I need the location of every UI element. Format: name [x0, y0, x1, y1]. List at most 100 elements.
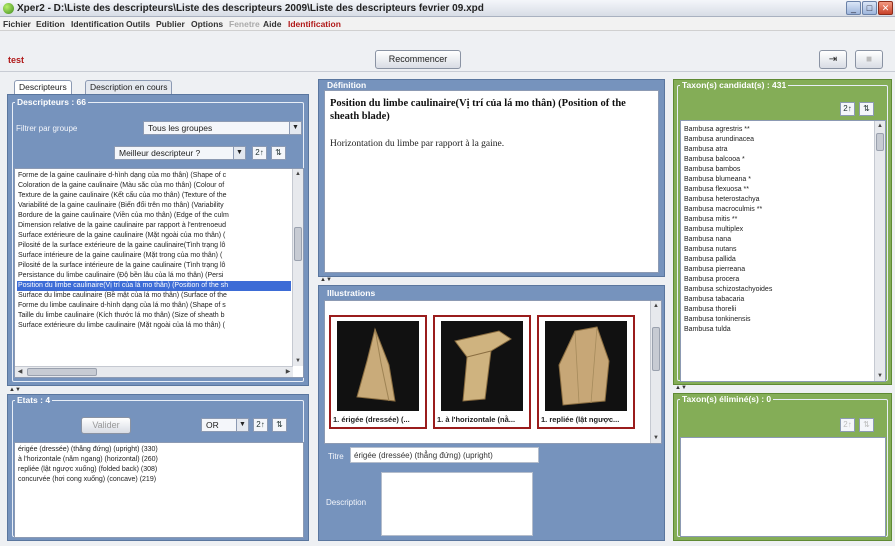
restart-button[interactable]: Recommencer [375, 50, 461, 69]
list-item[interactable]: Variabilité de la gaine caulinaire (Biến… [17, 201, 291, 211]
menu-options[interactable]: Options [191, 19, 223, 29]
menu-edition[interactable]: Edition [36, 19, 65, 29]
list-item[interactable]: Pilosité de la surface intérieure de la … [17, 261, 291, 271]
list-item[interactable]: à l'horizontale (nằm ngang) (horizontal)… [17, 455, 301, 465]
sort-settings-icon[interactable]: ⇅ [859, 102, 874, 116]
scroll-thumb[interactable] [294, 227, 302, 261]
list-item[interactable]: Bambusa bambos [683, 165, 873, 175]
list-item[interactable]: Bordure de la gaine caulinaire (Viền của… [17, 211, 291, 221]
list-item[interactable]: Bambusa nutans [683, 245, 873, 255]
list-item[interactable]: Bambusa procera [683, 275, 873, 285]
list-item[interactable]: Forme du limbe caulinaire d-hình dạng củ… [17, 301, 291, 311]
list-item[interactable]: Bambusa balcooa * [683, 155, 873, 165]
list-item[interactable]: érigée (dressée) (thẳng đứng) (upright) … [17, 445, 301, 455]
illustrations-vscroll[interactable]: ▲ ▼ [650, 301, 661, 443]
list-item[interactable]: Coloration de la gaine caulinaire (Màu s… [17, 181, 291, 191]
illustration-thumb-upright[interactable]: 1. érigée (dressée) (... [329, 315, 427, 429]
menu-identification-mode[interactable]: Identification [288, 19, 341, 29]
list-item[interactable]: Bambusa mitis ** [683, 215, 873, 225]
states-list[interactable]: érigée (dressée) (thẳng đứng) (upright) … [14, 442, 304, 538]
list-item[interactable]: Bambusa tulda [683, 325, 873, 335]
eliminated-list[interactable] [680, 437, 886, 537]
list-item[interactable]: Bambusa pallida [683, 255, 873, 265]
title-field[interactable]: érigée (dressée) (thẳng đứng) (upright) [350, 447, 539, 463]
scroll-down-icon[interactable]: ▼ [651, 433, 661, 443]
close-button[interactable]: ✕ [878, 1, 893, 15]
sort-alpha-icon[interactable]: 2↑ [253, 418, 268, 432]
menu-outils[interactable]: Outils [126, 19, 150, 29]
list-item[interactable]: Bambusa tonkinensis [683, 315, 873, 325]
list-item[interactable]: Bambusa nana [683, 235, 873, 245]
descriptors-vscroll[interactable]: ▲ ▼ [292, 169, 303, 366]
list-item[interactable]: Bambusa thorelii [683, 305, 873, 315]
list-item[interactable]: Bambusa arundinacea [683, 135, 873, 145]
list-item[interactable]: Bambusa atra [683, 145, 873, 155]
list-item[interactable]: Bambusa agrestris ** [683, 125, 873, 135]
list-item[interactable]: Dimension relative de la gaine caulinair… [17, 221, 291, 231]
validate-button[interactable]: Valider [81, 417, 131, 434]
scroll-up-icon[interactable]: ▲ [875, 121, 885, 131]
sort-alpha-icon[interactable]: 2↑ [840, 102, 855, 116]
list-item[interactable]: Bambusa multiplex [683, 225, 873, 235]
stop-button[interactable]: ■ [855, 50, 883, 69]
export-button[interactable]: ⇥ [819, 50, 847, 69]
list-item[interactable]: Bambusa heterostachya [683, 195, 873, 205]
candidates-list[interactable]: Bambusa agrestris ** Bambusa arundinacea B… [680, 120, 886, 382]
splitter-arrows-icon[interactable]: ▲▼ [9, 387, 21, 393]
list-item[interactable]: Forme de la gaine caulinaire d-hình dạng… [17, 171, 291, 181]
menu-publier[interactable]: Publier [156, 19, 185, 29]
scroll-left-icon[interactable]: ◀ [15, 367, 25, 377]
scroll-right-icon[interactable]: ▶ [283, 367, 293, 377]
list-item[interactable]: Persistance du limbe caulinaire (Độ bền … [17, 271, 291, 281]
menu-fichier[interactable]: Fichier [3, 19, 31, 29]
list-item[interactable]: Position du limbe caulinaire(Vị trí của … [17, 281, 291, 291]
splitter-arrows-icon[interactable]: ▲▼ [320, 277, 332, 283]
scroll-down-icon[interactable]: ▼ [875, 371, 885, 381]
minimize-button[interactable]: _ [846, 1, 861, 15]
scroll-up-icon[interactable]: ▲ [651, 301, 661, 311]
list-item[interactable]: Bambusa tabacaria [683, 295, 873, 305]
list-item[interactable]: Texture de la gaine caulinaire (Kết cấu … [17, 191, 291, 201]
list-item[interactable]: Bambusa blumeana * [683, 175, 873, 185]
list-item[interactable]: Surface extérieure de la gaine caulinair… [17, 231, 291, 241]
descriptors-list[interactable]: Forme de la gaine caulinaire d-hình dạng… [14, 168, 304, 378]
scroll-up-icon[interactable]: ▲ [293, 169, 303, 179]
sort-alpha-icon[interactable]: 2↑ [252, 146, 267, 160]
illustration-thumb-folded[interactable]: 1. repliée (lật ngược... [537, 315, 635, 429]
list-item[interactable]: Surface extérieure du limbe caulinaire (… [17, 321, 291, 331]
menu-identification[interactable]: Identification [71, 19, 124, 29]
list-item[interactable]: Taille du limbe caulinaire (Kích thước l… [17, 311, 291, 321]
candidates-vscroll[interactable]: ▲ ▼ [874, 121, 885, 381]
scroll-thumb[interactable] [652, 327, 660, 371]
splitter-arrows-icon[interactable]: ▲▼ [675, 385, 687, 391]
list-item[interactable]: repliée (lật ngược xuống) (folded back) … [17, 465, 301, 475]
scroll-thumb[interactable] [876, 133, 884, 151]
menu-fenetre[interactable]: Fenetre [229, 19, 260, 29]
list-item[interactable]: Bambusa flexuosa ** [683, 185, 873, 195]
operator-select[interactable]: OR ▼ [201, 418, 249, 432]
sort-settings-icon[interactable]: ⇅ [271, 146, 286, 160]
descriptors-hscroll[interactable]: ◀ ▶ [15, 366, 293, 377]
hscroll-thumb[interactable] [27, 368, 97, 376]
illustration-thumb-horizontal[interactable]: 1. à l'horizontale (nằ... [433, 315, 531, 429]
scroll-down-icon[interactable]: ▼ [293, 356, 303, 366]
list-item[interactable]: concurvée (hơi cong xuống) (concave) (21… [17, 475, 301, 485]
sort-alpha-icon[interactable]: 2↑ [840, 418, 855, 432]
list-item[interactable]: Surface du limbe caulinaire (Bề mặt của … [17, 291, 291, 301]
tab-descripteurs[interactable]: Descripteurs [14, 80, 72, 94]
group-select[interactable]: Tous les groupes ▼ [143, 121, 302, 135]
chevron-down-icon: ▼ [236, 419, 248, 431]
description-field[interactable] [381, 472, 533, 536]
sort-settings-icon[interactable]: ⇅ [859, 418, 874, 432]
tab-description-en-cours[interactable]: Description en cours [85, 80, 173, 94]
best-descriptor-select[interactable]: Meilleur descripteur ? ▼ [114, 146, 246, 160]
maximize-button[interactable]: □ [862, 1, 877, 15]
list-item[interactable]: Bambusa schizostachyoides [683, 285, 873, 295]
list-item[interactable]: Bambusa pierreana [683, 265, 873, 275]
list-item[interactable]: Surface intérieure de la gaine caulinair… [17, 251, 291, 261]
sort-settings-icon[interactable]: ⇅ [272, 418, 287, 432]
illustrations-gallery[interactable]: 1. érigée (dressée) (... 1. à l'horizont… [324, 300, 662, 444]
list-item[interactable]: Pilosité de la surface extérieure de la … [17, 241, 291, 251]
menu-aide[interactable]: Aide [263, 19, 281, 29]
list-item[interactable]: Bambusa macroculmis ** [683, 205, 873, 215]
